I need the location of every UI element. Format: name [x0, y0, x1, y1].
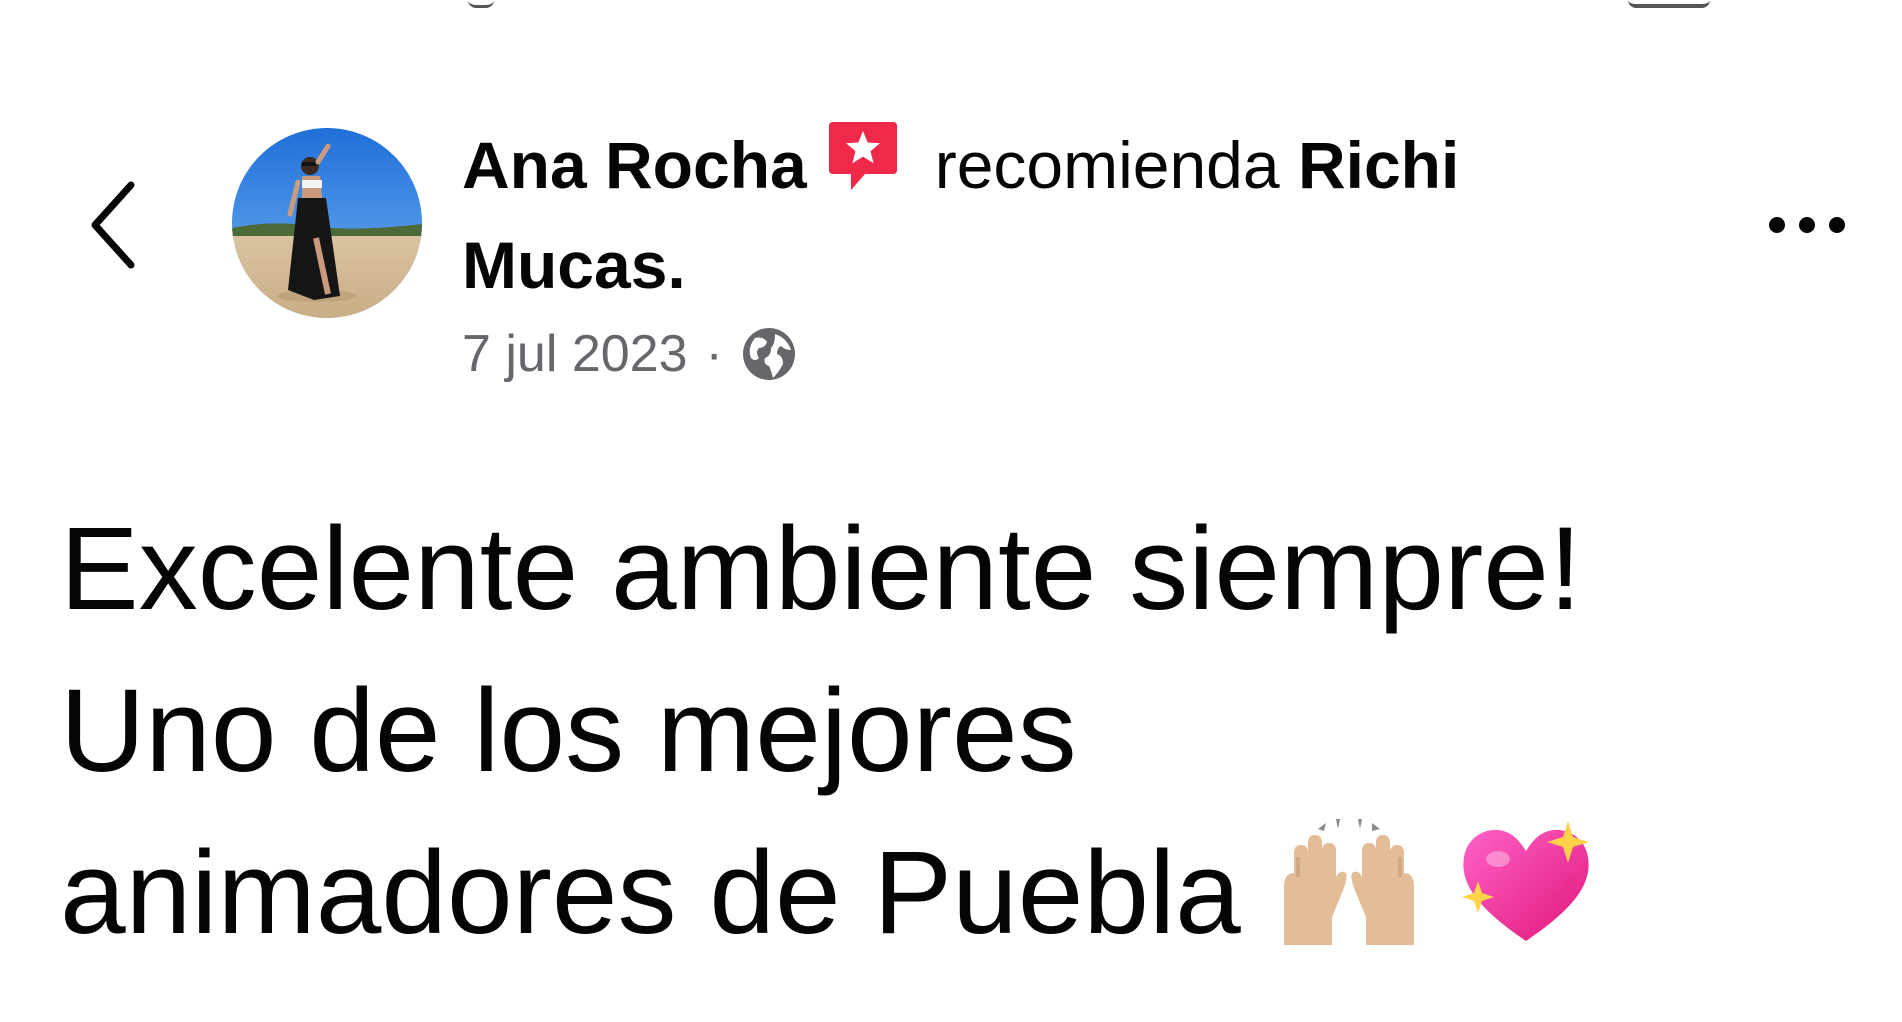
more-dot [1829, 217, 1845, 233]
sparkling-heart-emoji [1456, 817, 1596, 988]
status-battery-fragment [1628, 0, 1710, 8]
chevron-left-icon [91, 181, 135, 269]
status-bar [0, 0, 1902, 14]
post-date[interactable]: 7 jul 2023 [462, 324, 688, 384]
post-headline: Ana Rocha recomienda Richi Mucas. [462, 118, 1592, 312]
more-horizontal-icon [1769, 217, 1785, 233]
avatar-photo [232, 128, 422, 318]
recommend-action-text: recomienda [934, 128, 1280, 202]
post-header: Ana Rocha recomienda Richi Mucas. 7 jul 2… [462, 118, 1592, 392]
post-line-3-text: animadores de Puebla [60, 827, 1241, 959]
meta-separator: · [705, 325, 723, 383]
page-name-part2[interactable]: Mucas. [462, 228, 686, 302]
post-line-2: Uno de los mejores [60, 665, 1077, 797]
post-line-1: Excelente ambiente siempre! [60, 503, 1582, 635]
back-button[interactable] [78, 170, 148, 280]
more-dot [1799, 217, 1815, 233]
raising-hands-emoji [1274, 817, 1424, 988]
status-signal-fragment [468, 0, 494, 8]
globe-icon [741, 326, 797, 382]
page-name-part1[interactable]: Richi [1298, 128, 1459, 202]
post-text: Excelente ambiente siempre! Uno de los m… [60, 488, 1860, 988]
author-avatar[interactable] [232, 128, 422, 318]
more-options-button[interactable] [1752, 198, 1862, 252]
author-name[interactable]: Ana Rocha [462, 128, 807, 202]
post-line-3: animadores de Puebla [60, 812, 1860, 988]
recommendation-star-icon [825, 118, 901, 218]
post-meta: 7 jul 2023 · [462, 316, 1592, 392]
